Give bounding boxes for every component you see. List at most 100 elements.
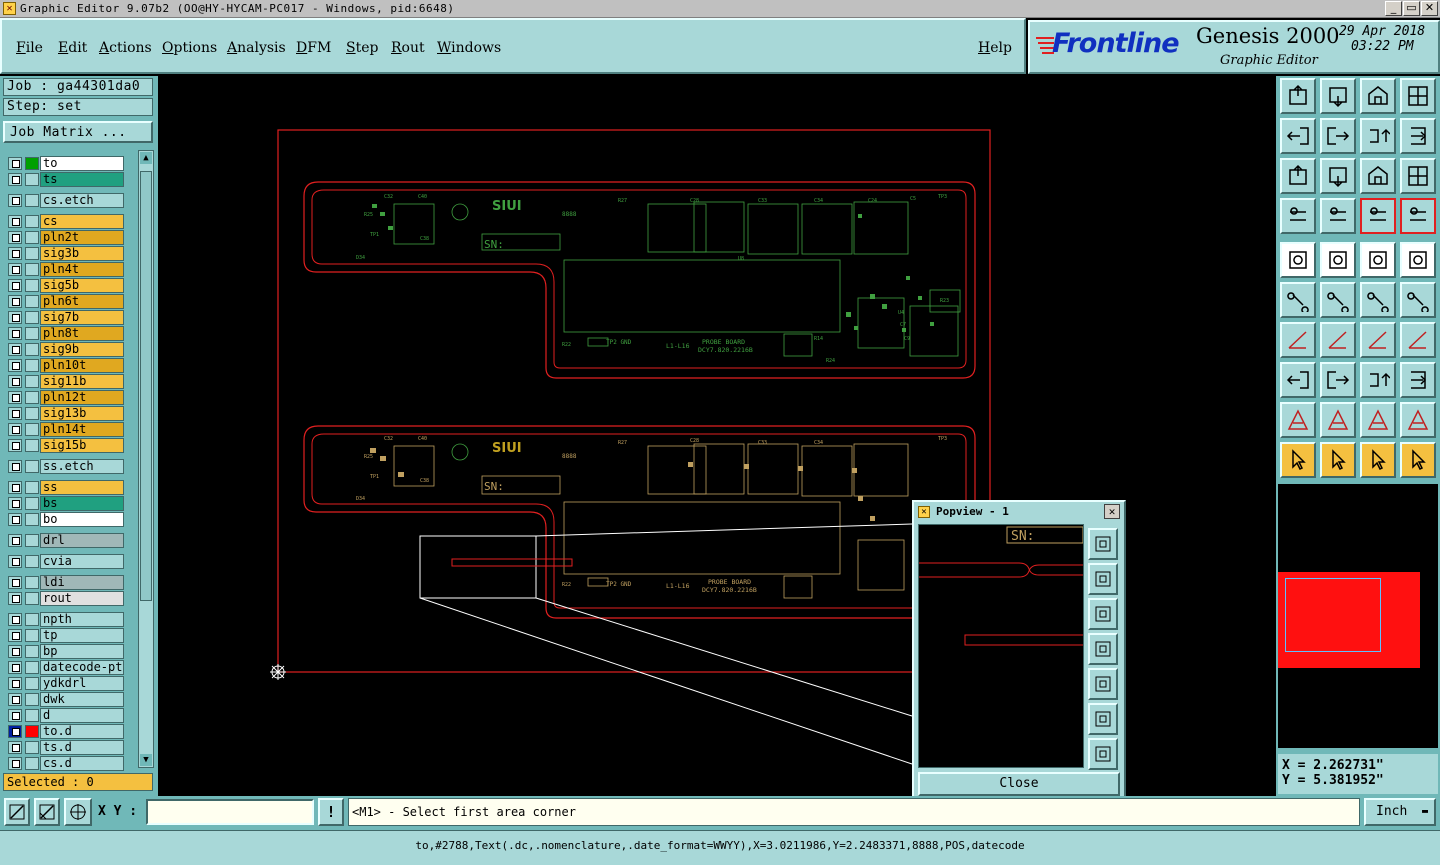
tool-settings-icon[interactable] <box>1280 198 1316 234</box>
triangle-c-icon[interactable] <box>1360 402 1396 438</box>
layer-row-bo[interactable]: bo <box>8 512 128 527</box>
layer-name[interactable]: pln10t <box>40 358 124 373</box>
layer-checkbox[interactable] <box>8 613 22 626</box>
text-f-icon[interactable] <box>1400 322 1436 358</box>
layer-color-swatch[interactable] <box>25 263 39 276</box>
layer-name[interactable]: bp <box>40 644 124 659</box>
job-matrix-button[interactable]: Job Matrix ... <box>3 121 153 143</box>
layer-checkbox[interactable] <box>8 407 22 420</box>
maximize-button[interactable]: ▭ <box>1403 1 1420 16</box>
help-query-icon[interactable] <box>1400 158 1436 194</box>
layer-color-swatch[interactable] <box>25 407 39 420</box>
menu-analysis[interactable]: Analysis <box>227 40 286 56</box>
layer-color-swatch[interactable] <box>25 629 39 642</box>
layer-row-pln2t[interactable]: pln2t <box>8 230 128 245</box>
layer-name[interactable]: npth <box>40 612 124 627</box>
layer-checkbox[interactable] <box>8 231 22 244</box>
layer-checkbox[interactable] <box>8 460 22 473</box>
layer-row-ydkdrl[interactable]: ydkdrl <box>8 676 128 691</box>
popview-close-button[interactable]: Close <box>918 772 1120 796</box>
center-icon[interactable] <box>1320 158 1356 194</box>
layer-row-pln10t[interactable]: pln10t <box>8 358 128 373</box>
popview-up-icon[interactable] <box>1088 563 1118 595</box>
rotate-icon[interactable] <box>1400 282 1436 318</box>
layer-name[interactable]: cvia <box>40 554 124 569</box>
layer-checkbox[interactable] <box>8 343 22 356</box>
menu-options[interactable]: Options <box>162 40 217 56</box>
layer-color-swatch[interactable] <box>25 534 39 547</box>
exclamation-icon[interactable]: ! <box>318 798 344 826</box>
layer-name[interactable]: cs <box>40 214 124 229</box>
layer-color-swatch[interactable] <box>25 157 39 170</box>
menu-rout[interactable]: Rout <box>391 40 425 56</box>
layer-name[interactable]: bs <box>40 496 124 511</box>
layer-name[interactable]: pln8t <box>40 326 124 341</box>
select-drag-icon[interactable] <box>1360 442 1396 478</box>
menu-help[interactable]: Help <box>978 40 1012 56</box>
layer-color-swatch[interactable] <box>25 725 39 738</box>
angle-line-icon[interactable] <box>1280 322 1316 358</box>
layer-color-swatch[interactable] <box>25 359 39 372</box>
multi-layer-icon[interactable] <box>1360 198 1396 234</box>
units-dropdown[interactable]: Inch ▬ <box>1364 798 1436 826</box>
layer-name[interactable]: d <box>40 708 124 723</box>
layer-name[interactable]: tp <box>40 628 124 643</box>
layer-checkbox[interactable] <box>8 194 22 207</box>
triangle-b-icon[interactable] <box>1320 402 1356 438</box>
layer-checkbox[interactable] <box>8 592 22 605</box>
layer-checkbox[interactable] <box>8 423 22 436</box>
layer-checkbox[interactable] <box>8 629 22 642</box>
layer-color-swatch[interactable] <box>25 327 39 340</box>
layer-checkbox[interactable] <box>8 709 22 722</box>
layer-color-swatch[interactable] <box>25 645 39 658</box>
layer-checkbox[interactable] <box>8 757 22 770</box>
layer-color-swatch[interactable] <box>25 247 39 260</box>
layer-name[interactable]: pln2t <box>40 230 124 245</box>
layer-name[interactable]: ldi <box>40 575 124 590</box>
layer-row-ts[interactable]: ts <box>8 172 128 187</box>
popview-center-icon[interactable] <box>1088 738 1118 770</box>
layer-row-ts-d[interactable]: ts.d <box>8 740 128 755</box>
layer-color-swatch[interactable] <box>25 375 39 388</box>
layer-checkbox[interactable] <box>8 391 22 404</box>
layer-row-dwk[interactable]: dwk <box>8 692 128 707</box>
popview-left-icon[interactable] <box>1088 633 1118 665</box>
layer-name[interactable]: ss <box>40 480 124 495</box>
layer-checkbox[interactable] <box>8 481 22 494</box>
layer-row-cs[interactable]: cs <box>8 214 128 229</box>
layer-name[interactable]: cs.d <box>40 756 124 771</box>
pan-right-icon[interactable] <box>1320 118 1356 154</box>
ratio-icon[interactable] <box>1360 158 1396 194</box>
layer-row-pln6t[interactable]: pln6t <box>8 294 128 309</box>
layer-color-swatch[interactable] <box>25 423 39 436</box>
layer-checkbox[interactable] <box>8 157 22 170</box>
layer-name[interactable]: rout <box>40 591 124 606</box>
add-feature-icon[interactable] <box>1280 242 1316 278</box>
layer-color-swatch[interactable] <box>25 194 39 207</box>
layer-row-to[interactable]: to <box>8 156 128 171</box>
layer-checkbox[interactable] <box>8 534 22 547</box>
layer-row-pln8t[interactable]: pln8t <box>8 326 128 341</box>
triangle-d-icon[interactable] <box>1400 402 1436 438</box>
fit-all-icon[interactable] <box>1280 158 1316 194</box>
layer-name[interactable]: ts <box>40 172 124 187</box>
redraw-icon[interactable] <box>1400 118 1436 154</box>
layer-row-sig13b[interactable]: sig13b <box>8 406 128 421</box>
layer-row-cs-etch[interactable]: cs.etch <box>8 193 128 208</box>
menu-edit[interactable]: Edit <box>58 40 87 56</box>
menu-file[interactable]: File <box>16 40 43 56</box>
layer-checkbox[interactable] <box>8 661 22 674</box>
layer-checkbox[interactable] <box>8 513 22 526</box>
layer-checkbox[interactable] <box>8 215 22 228</box>
layer-checkbox[interactable] <box>8 645 22 658</box>
step-up-icon[interactable] <box>1280 78 1316 114</box>
layer-color-swatch[interactable] <box>25 757 39 770</box>
layer-checkbox[interactable] <box>8 247 22 260</box>
menu-dfm[interactable]: DFM <box>296 40 331 56</box>
layer-row-ldi[interactable]: ldi <box>8 575 128 590</box>
layer-row-sig3b[interactable]: sig3b <box>8 246 128 261</box>
layer-name[interactable]: datecode-pt <box>40 660 124 675</box>
layer-name[interactable]: to <box>40 156 124 171</box>
layer-color-swatch[interactable] <box>25 709 39 722</box>
layer-row-to-d[interactable]: to.d <box>8 724 128 739</box>
